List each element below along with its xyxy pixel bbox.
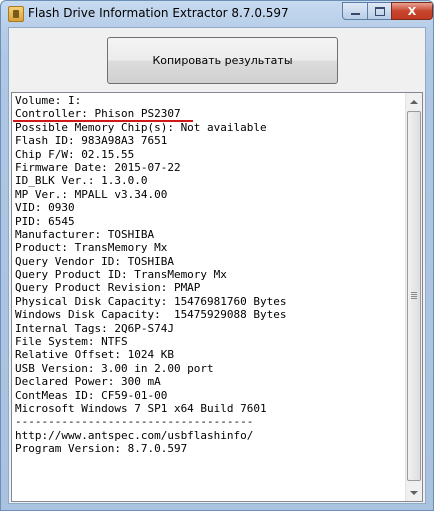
result-line-text: PID: 6545	[15, 214, 75, 228]
arrow-up-icon	[410, 99, 418, 104]
result-line: USB Version: 3.00 in 2.00 port	[15, 362, 400, 375]
result-line-text: Query Product Revision: PMAP	[15, 281, 201, 295]
vertical-scrollbar[interactable]	[405, 93, 422, 501]
result-line-text: http://www.antspec.com/usbflashinfo/	[15, 428, 254, 442]
result-line: ContMeas ID: CF59-01-00	[15, 389, 400, 402]
result-line-text: Chip F/W: 02.15.55	[15, 147, 135, 161]
result-line-text: Flash ID: 983A98A3 7651	[15, 134, 168, 148]
result-line: Program Version: 8.7.0.597	[15, 442, 400, 455]
result-line-text: ID_BLK Ver.: 1.3.0.0	[15, 174, 148, 188]
result-line: MP Ver.: MPALL v3.34.00	[15, 188, 400, 201]
result-line-text: USB Version: 3.00 in 2.00 port	[15, 361, 214, 375]
result-line: Possible Memory Chip(s): Not available	[15, 121, 400, 134]
result-line-text: VID: 0930	[15, 201, 75, 215]
result-line: Windows Disk Capacity: 15475929088 Bytes	[15, 308, 400, 321]
minimize-button[interactable]	[342, 2, 368, 20]
result-line-text: Query Product ID: TransMemory Mx	[15, 268, 227, 282]
result-line-text: Declared Power: 300 mA	[15, 375, 161, 389]
result-line-text: Firmware Date: 2015-07-22	[15, 160, 181, 174]
result-line-text: File System: NTFS	[15, 335, 128, 349]
scroll-thumb[interactable]	[407, 111, 421, 481]
result-line: Physical Disk Capacity: 15476981760 Byte…	[15, 295, 400, 308]
result-line: Query Vendor ID: TOSHIBA	[15, 255, 400, 268]
maximize-icon	[374, 6, 385, 16]
client-area: Копировать результаты Volume: I: Controll…	[8, 27, 426, 504]
result-line: Flash ID: 983A98A3 7651	[15, 134, 400, 147]
result-line-text: Physical Disk Capacity: 15476981760 Byte…	[15, 294, 287, 308]
result-line: Query Product Revision: PMAP	[15, 281, 400, 294]
result-line: http://www.antspec.com/usbflashinfo/	[15, 429, 400, 442]
app-window: Flash Drive Information Extractor 8.7.0.…	[0, 0, 434, 511]
results-text: Volume: I: Controller: Phison PS2307 Possi…	[13, 94, 400, 456]
result-line: PID: 6545	[15, 215, 400, 228]
result-line-text: MP Ver.: MPALL v3.34.00	[15, 187, 168, 201]
window-title: Flash Drive Information Extractor 8.7.0.…	[28, 6, 289, 20]
result-line-text: ------------------------------------	[15, 415, 254, 429]
result-line: VID: 0930	[15, 201, 400, 214]
copy-results-button[interactable]: Копировать результаты	[107, 37, 338, 84]
result-line: File System: NTFS	[15, 335, 400, 348]
result-line-text: Internal Tags: 2Q6P-S74J	[15, 321, 174, 335]
result-line: ------------------------------------	[15, 415, 400, 428]
result-line: Product: TransMemory Mx	[15, 241, 400, 254]
result-line-text: Possible Memory Chip(s): Not available	[15, 120, 267, 134]
result-line: Manufacturer: TOSHIBA	[15, 228, 400, 241]
result-line-text: Program Version: 8.7.0.597	[15, 442, 188, 456]
result-line: Relative Offset: 1024 KB	[15, 348, 400, 361]
grip-icon	[411, 292, 417, 299]
result-line: Volume: I:	[15, 94, 400, 107]
result-line: Chip F/W: 02.15.55	[15, 148, 400, 161]
arrow-down-icon	[410, 490, 418, 495]
result-line-text: Volume: I:	[15, 94, 82, 107]
result-line-text: Manufacturer: TOSHIBA	[15, 227, 155, 241]
results-textbox[interactable]: Volume: I: Controller: Phison PS2307 Possi…	[11, 92, 423, 502]
result-line: Microsoft Windows 7 SP1 x64 Build 7601	[15, 402, 400, 415]
close-button[interactable]: X	[391, 2, 433, 20]
usb-drive-icon	[8, 6, 24, 22]
result-line: Query Product ID: TransMemory Mx	[15, 268, 400, 281]
result-line: Firmware Date: 2015-07-22	[15, 161, 400, 174]
result-line-text: ContMeas ID: CF59-01-00	[15, 388, 168, 402]
result-line: Controller: Phison PS2307	[13, 107, 400, 123]
minimize-icon	[350, 12, 360, 15]
title-bar[interactable]: Flash Drive Information Extractor 8.7.0.…	[1, 1, 433, 27]
result-line-text: Windows Disk Capacity: 15475929088 Bytes	[15, 308, 287, 322]
result-line-text: Controller: Phison PS2307	[13, 107, 193, 123]
result-line: Declared Power: 300 mA	[15, 375, 400, 388]
result-line: Internal Tags: 2Q6P-S74J	[15, 322, 400, 335]
result-line-text: Microsoft Windows 7 SP1 x64 Build 7601	[15, 401, 267, 415]
result-line: ID_BLK Ver.: 1.3.0.0	[15, 174, 400, 187]
scroll-down-button[interactable]	[406, 484, 422, 501]
result-line-text: Query Vendor ID: TOSHIBA	[15, 254, 174, 268]
result-line-text: Product: TransMemory Mx	[15, 241, 168, 255]
scroll-up-button[interactable]	[406, 93, 422, 110]
maximize-button[interactable]	[367, 2, 392, 20]
close-icon: X	[407, 4, 417, 18]
result-line-text: Relative Offset: 1024 KB	[15, 348, 174, 362]
